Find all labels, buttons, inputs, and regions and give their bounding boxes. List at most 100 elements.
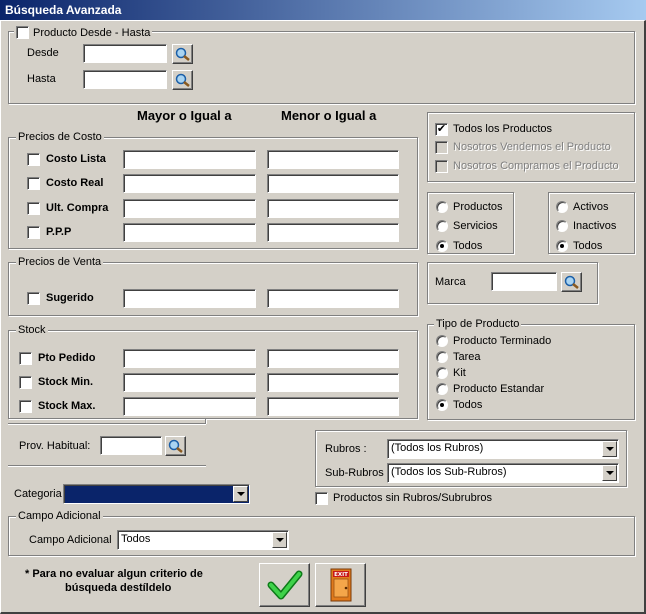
stock-min-menor-input[interactable] <box>267 373 399 392</box>
magnifier-icon <box>175 73 190 87</box>
ppp-menor-input[interactable] <box>267 223 399 242</box>
prov-habitual-label: Prov. Habitual: <box>19 440 91 452</box>
costo-real-checkbox[interactable] <box>27 177 40 190</box>
producto-terminado-radio[interactable] <box>436 335 448 347</box>
stock-min-checkbox[interactable] <box>19 376 32 389</box>
producto-estandar-radio[interactable] <box>436 383 448 395</box>
chevron-down-icon[interactable] <box>602 441 617 457</box>
desde-search-button[interactable] <box>172 44 193 64</box>
ppp-checkbox[interactable] <box>27 226 40 239</box>
activos-radio[interactable] <box>556 201 568 213</box>
prov-habitual-input[interactable] <box>100 436 162 455</box>
subrubros-label: Sub-Rubros : <box>325 467 390 479</box>
pto-pedido-label: Pto Pedido <box>38 352 96 364</box>
prov-separator-right <box>205 419 207 424</box>
sugerido-checkbox[interactable] <box>27 292 40 305</box>
costo-lista-checkbox[interactable] <box>27 153 40 166</box>
precios-venta-legend: Precios de Venta <box>16 256 104 268</box>
sugerido-menor-input[interactable] <box>267 289 399 308</box>
exit-button[interactable]: EXIT <box>315 563 366 607</box>
chevron-down-icon[interactable] <box>272 532 287 548</box>
ult-compra-checkbox[interactable] <box>27 202 40 215</box>
desde-input[interactable] <box>83 44 167 63</box>
stock-max-checkbox[interactable] <box>19 400 32 413</box>
precios-costo-legend: Precios de Costo <box>16 131 104 143</box>
servicios-radio[interactable] <box>436 220 448 232</box>
rubros-select[interactable]: (Todos los Rubros) <box>387 439 619 459</box>
producto-rango-legend: Producto Desde - Hasta <box>14 26 153 39</box>
subrubros-select[interactable]: (Todos los Sub-Rubros) <box>387 463 619 483</box>
menor-header: Menor o Igual a <box>281 108 377 123</box>
todos-los-productos-checkbox[interactable]: ✔ <box>435 123 448 136</box>
sin-rubros-checkbox[interactable] <box>315 492 328 505</box>
productos-radio-label: Productos <box>453 201 503 213</box>
campo-adicional-select[interactable]: Todos <box>117 530 289 550</box>
note-line2: búsqueda destíldelo <box>65 582 172 594</box>
activos-radio-label: Activos <box>573 201 609 213</box>
costo-lista-menor-input[interactable] <box>267 150 399 169</box>
tipo-item-todos-label: Todos <box>453 240 483 252</box>
producto-rango-checkbox[interactable] <box>16 26 29 39</box>
exit-text: EXIT <box>334 572 348 578</box>
producto-estandar-label: Producto Estandar <box>453 383 545 395</box>
tipo-item-todos-radio[interactable] <box>436 240 448 252</box>
todos-los-productos-label: Todos los Productos <box>453 123 553 135</box>
prov-separator-top <box>8 423 206 425</box>
pto-pedido-mayor-input[interactable] <box>123 349 256 368</box>
campo-adicional-label: Campo Adicional <box>29 534 112 546</box>
costo-real-mayor-input[interactable] <box>123 174 256 193</box>
nosotros-compramos-checkbox[interactable] <box>435 160 448 173</box>
sin-rubros-label: Productos sin Rubros/Subrubros <box>333 492 492 504</box>
subrubros-value: (Todos los Sub-Rubros) <box>391 466 507 478</box>
ult-compra-label: Ult. Compra <box>46 202 109 214</box>
estado-todos-radio[interactable] <box>556 240 568 252</box>
stock-min-mayor-input[interactable] <box>123 373 256 392</box>
prov-separator-bottom <box>8 465 206 467</box>
magnifier-icon <box>175 47 190 61</box>
ppp-mayor-input[interactable] <box>123 223 256 242</box>
productos-radio[interactable] <box>436 201 448 213</box>
hasta-input[interactable] <box>83 70 167 89</box>
prov-habitual-search-button[interactable] <box>165 436 186 456</box>
ult-compra-mayor-input[interactable] <box>123 199 256 218</box>
magnifier-icon <box>168 439 183 453</box>
costo-real-menor-input[interactable] <box>267 174 399 193</box>
pto-pedido-menor-input[interactable] <box>267 349 399 368</box>
sugerido-label: Sugerido <box>46 292 94 304</box>
costo-lista-mayor-input[interactable] <box>123 150 256 169</box>
tipo-producto-legend: Tipo de Producto <box>434 318 522 330</box>
hasta-label: Hasta <box>27 73 56 85</box>
categoria-select[interactable] <box>63 484 250 504</box>
accept-button[interactable] <box>259 563 310 607</box>
kit-label: Kit <box>453 367 466 379</box>
campo-adicional-legend: Campo Adicional <box>16 510 103 522</box>
tipo-producto-todos-radio[interactable] <box>436 399 448 411</box>
magnifier-icon <box>564 275 579 289</box>
producto-rango-group <box>8 31 635 104</box>
tarea-radio[interactable] <box>436 351 448 363</box>
sugerido-mayor-input[interactable] <box>123 289 256 308</box>
checkmark-icon <box>267 570 303 600</box>
costo-real-label: Costo Real <box>46 177 104 189</box>
kit-radio[interactable] <box>436 367 448 379</box>
nosotros-vendemos-checkbox[interactable] <box>435 141 448 154</box>
stock-max-menor-input[interactable] <box>267 397 399 416</box>
ult-compra-menor-input[interactable] <box>267 199 399 218</box>
pto-pedido-checkbox[interactable] <box>19 352 32 365</box>
producto-rango-label: Producto Desde - Hasta <box>33 27 151 39</box>
stock-max-mayor-input[interactable] <box>123 397 256 416</box>
ppp-label: P.P.P <box>46 226 72 238</box>
marca-input[interactable] <box>491 272 557 291</box>
nosotros-vendemos-label: Nosotros Vendemos el Producto <box>453 141 611 153</box>
mayor-header: Mayor o Igual a <box>137 108 232 123</box>
chevron-down-icon[interactable] <box>233 486 248 502</box>
campo-adicional-value: Todos <box>121 533 151 545</box>
inactivos-radio[interactable] <box>556 220 568 232</box>
window-title: Búsqueda Avanzada <box>0 0 646 20</box>
tarea-label: Tarea <box>453 351 481 363</box>
hasta-search-button[interactable] <box>172 70 193 90</box>
marca-search-button[interactable] <box>561 272 582 292</box>
rubros-label: Rubros : <box>325 443 367 455</box>
stock-max-label: Stock Max. <box>38 400 96 412</box>
chevron-down-icon[interactable] <box>602 465 617 481</box>
